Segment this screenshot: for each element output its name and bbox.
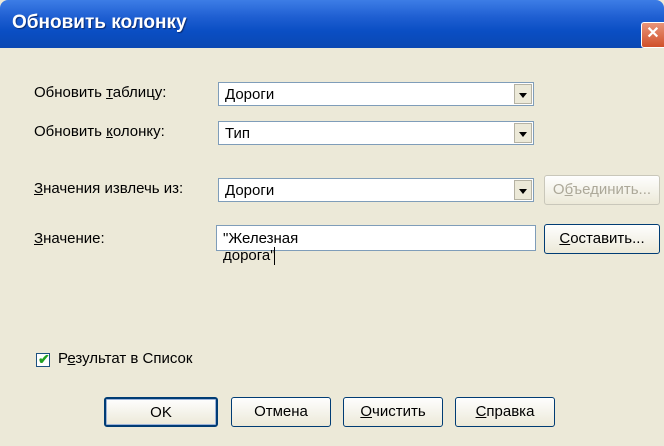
update-column-value: Тип — [225, 125, 251, 142]
clear-button[interactable]: Очистить — [343, 397, 443, 427]
update-table-value: Дороги — [225, 86, 275, 103]
text-caret — [273, 247, 275, 266]
value-label: Значение: — [34, 230, 105, 247]
result-to-list-checkbox[interactable]: ✔ — [36, 351, 50, 367]
values-from-label: Значения извлечь из: — [34, 180, 184, 197]
value-input[interactable]: "Железная дорога" — [216, 225, 536, 266]
cancel-button[interactable]: Отмена — [231, 397, 331, 427]
chevron-down-icon[interactable] — [514, 84, 532, 104]
value-text: "Железная дорога" — [223, 230, 299, 266]
close-icon: ✕ — [646, 25, 660, 42]
values-from-select[interactable]: Дороги — [218, 178, 534, 202]
update-table-select[interactable]: Дороги — [218, 82, 534, 106]
result-to-list-label: Результат в Список — [58, 350, 193, 367]
join-button[interactable]: Объединить... — [544, 175, 660, 205]
help-button[interactable]: Справка — [455, 397, 555, 427]
update-column-dialog: Обновить колонку ✕ Обновить таблицу: Дор… — [0, 0, 664, 446]
update-table-label: Обновить таблицу: — [34, 84, 167, 101]
title-bar: Обновить колонку ✕ — [0, 0, 664, 48]
update-column-label: Обновить колонку: — [34, 123, 165, 140]
dialog-title: Обновить колонку — [12, 12, 187, 33]
compose-button[interactable]: Составить... — [544, 224, 660, 254]
chevron-down-icon[interactable] — [514, 123, 532, 143]
update-column-select[interactable]: Тип — [218, 121, 534, 145]
chevron-down-icon[interactable] — [514, 180, 532, 200]
values-from-value: Дороги — [225, 182, 275, 199]
ok-button[interactable]: OK — [104, 397, 218, 427]
close-button[interactable]: ✕ — [641, 22, 664, 48]
checkmark-icon: ✔ — [38, 351, 50, 367]
